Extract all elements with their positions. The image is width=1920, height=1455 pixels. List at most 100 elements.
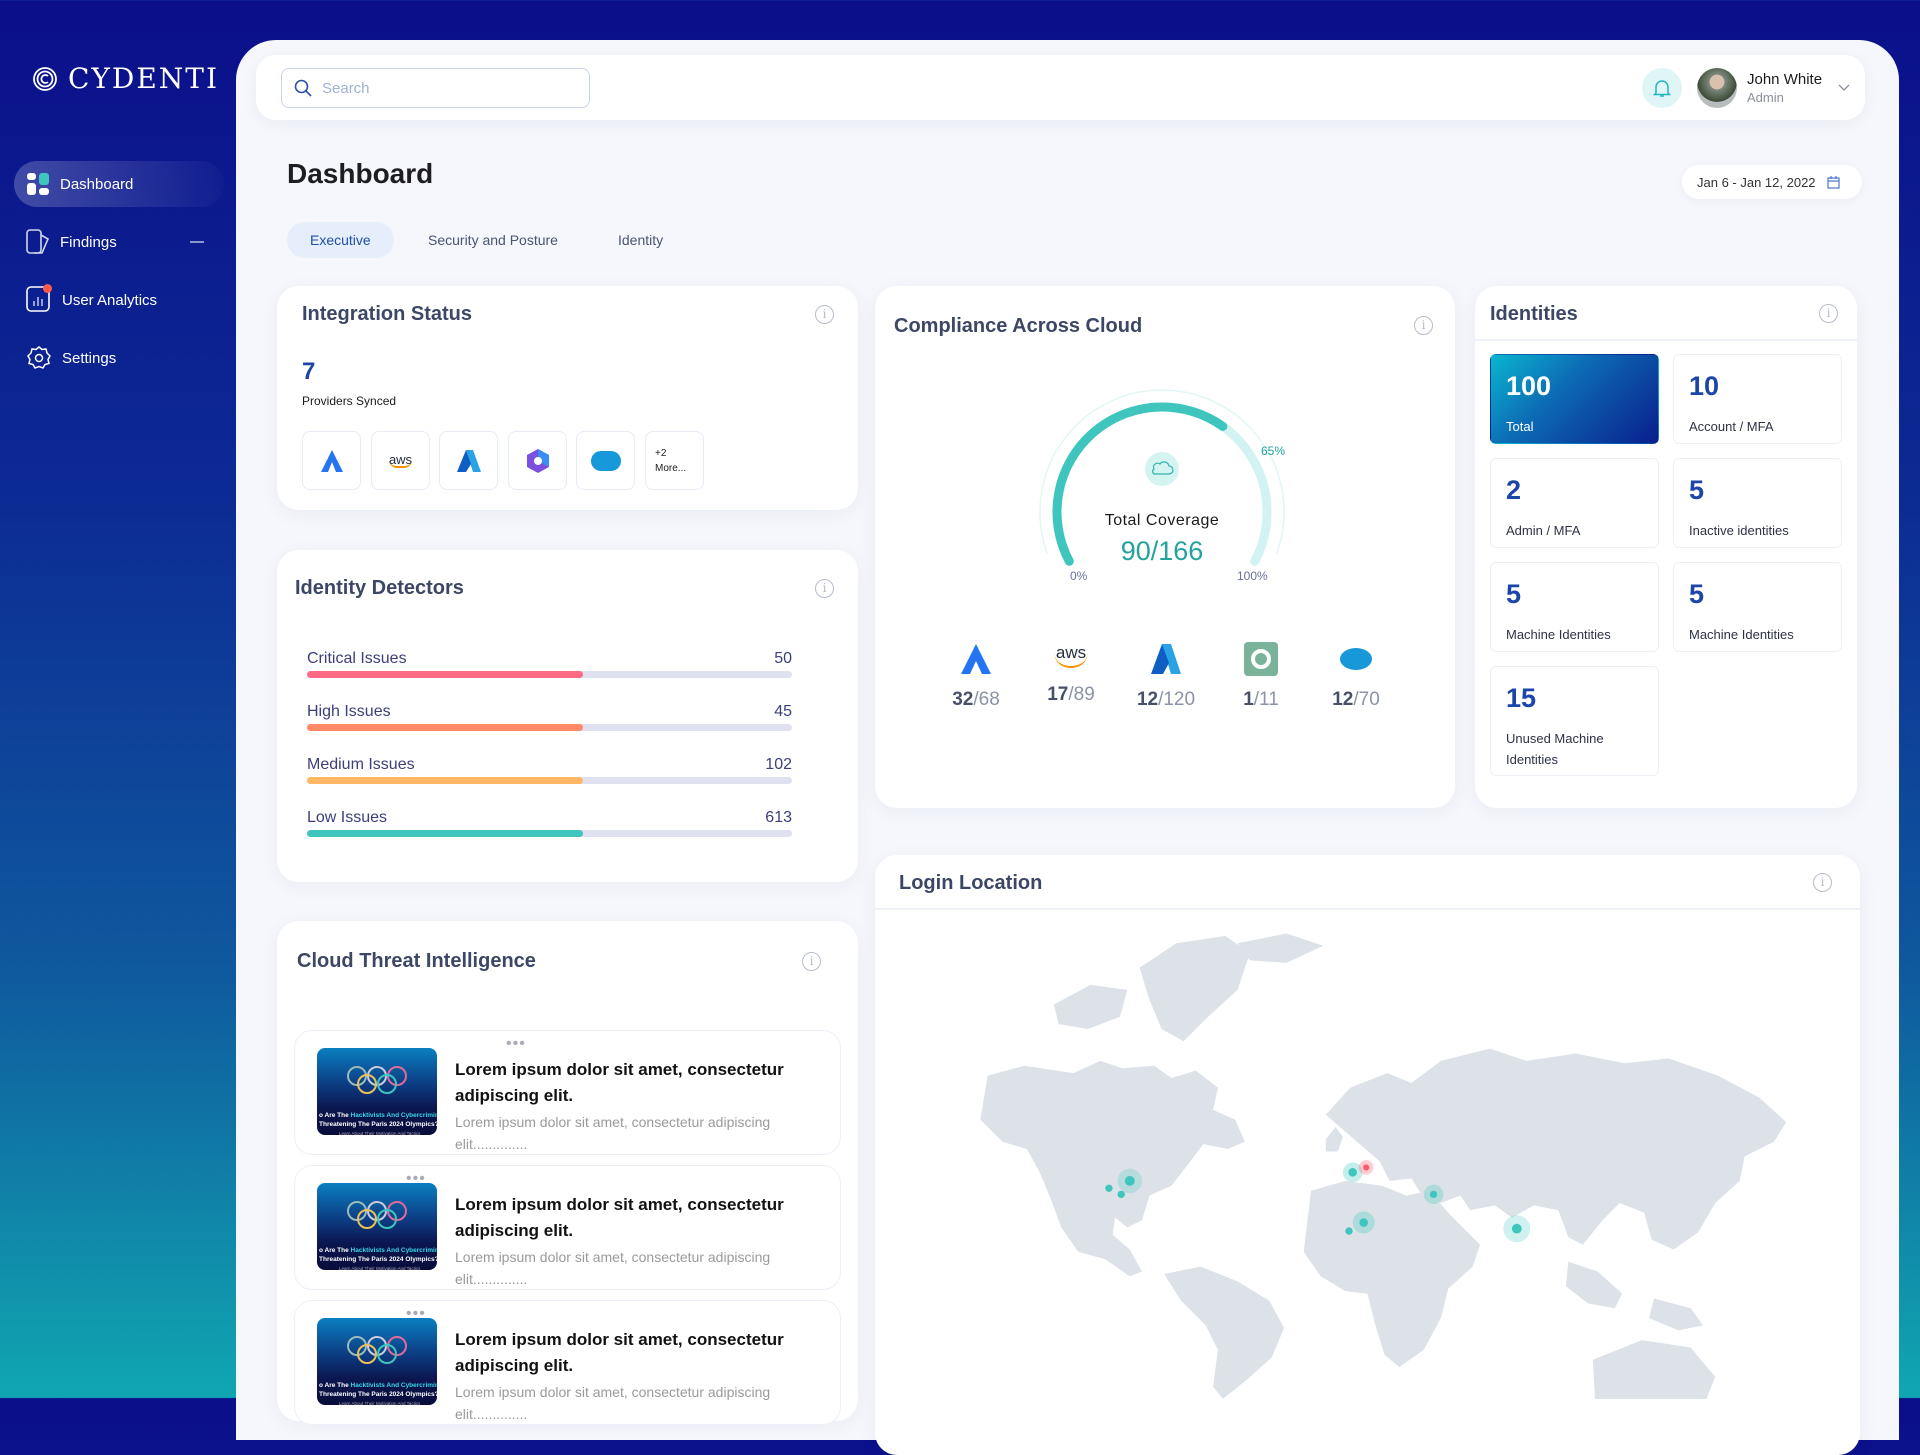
search-input[interactable]: Search — [281, 68, 590, 108]
compliance-count: 12 — [1332, 689, 1353, 710]
sidebar-item-findings[interactable]: Findings — [14, 219, 224, 265]
olympic-rings-icon — [317, 1318, 437, 1368]
more-options-icon[interactable]: ••• — [506, 1035, 526, 1053]
threat-news-item[interactable]: o Are The Hacktivists And CybercriminThr… — [294, 1165, 841, 1290]
atlassian-icon — [959, 642, 993, 676]
info-icon[interactable]: i — [815, 305, 834, 324]
brand-logo[interactable]: CYDENTI — [32, 62, 219, 95]
detector-label: Low Issues — [307, 809, 387, 827]
detector-label: Critical Issues — [307, 650, 407, 668]
identity-tile[interactable]: 100 Total — [1490, 354, 1659, 444]
thumb-text: Learn About Their Motivation And Tactics — [319, 1131, 420, 1135]
identity-label: Account / MFA — [1689, 416, 1826, 437]
australia — [1593, 1340, 1715, 1399]
thumb-text: o Are The — [319, 1382, 351, 1389]
provider-atlassian[interactable] — [302, 431, 361, 490]
sidebar-item-settings[interactable]: Settings — [14, 335, 224, 381]
date-range-picker[interactable]: Jan 6 - Jan 12, 2022 — [1682, 165, 1862, 199]
identity-label: Total — [1506, 416, 1643, 437]
info-icon[interactable]: i — [802, 952, 821, 971]
threat-news-item[interactable]: o Are The Hacktivists And Cybercrimin Thr… — [294, 1300, 841, 1425]
brand-name: CYDENTI — [68, 62, 219, 95]
detector-bar-track — [307, 671, 792, 678]
thumb-text: o Are The — [319, 1112, 351, 1119]
continents — [980, 933, 1786, 1399]
salesforce-icon — [591, 451, 621, 471]
compliance-total: /120 — [1158, 689, 1195, 710]
provider-compliance-atlassian[interactable]: 32/68 — [931, 642, 1021, 711]
salesforce-icon — [1339, 642, 1373, 676]
notifications-button[interactable] — [1642, 68, 1682, 108]
tab-identity[interactable]: Identity — [595, 222, 686, 258]
gauge-max-label: 100% — [1237, 569, 1268, 583]
chevron-down-icon[interactable] — [1838, 84, 1850, 92]
identity-count: 2 — [1506, 475, 1643, 506]
sidebar-label: User Analytics — [62, 292, 157, 309]
info-icon[interactable]: i — [815, 579, 834, 598]
news-summary: Lorem ipsum dolor sit amet, consectetur … — [455, 1381, 815, 1425]
identity-tile[interactable]: 5 Machine Identities — [1673, 562, 1842, 652]
thumb-text: Learn About Their Motivation And Tactics — [319, 1401, 420, 1405]
provider-azure[interactable] — [439, 431, 498, 490]
thumb-text: o Are The — [319, 1247, 351, 1254]
identity-tile[interactable]: 5 Machine Identities — [1490, 562, 1659, 652]
sidebar-item-user-analytics[interactable]: User Analytics — [14, 277, 224, 323]
sidebar-label: Findings — [60, 234, 117, 251]
more-options-icon[interactable]: ••• — [406, 1305, 426, 1323]
tab-security-and-posture[interactable]: Security and Posture — [405, 222, 581, 258]
identity-tile[interactable]: 10 Account / MFA — [1673, 354, 1842, 444]
detector-label: Medium Issues — [307, 756, 415, 774]
threat-news-item[interactable]: o Are The Hacktivists And CybercriminThr… — [294, 1030, 841, 1155]
aws-icon: aws — [1054, 642, 1088, 668]
atlassian-icon — [319, 448, 345, 474]
detector-value: 45 — [692, 703, 792, 721]
provider-compliance-salesforce[interactable]: 12/70 — [1311, 642, 1401, 711]
south-america — [1164, 1267, 1284, 1399]
dashboard-icon — [26, 172, 50, 196]
user-avatar[interactable] — [1697, 68, 1737, 108]
thumb-highlight: Hacktivists And Cybercrimin — [351, 1382, 437, 1389]
identity-tile[interactable]: 2 Admin / MFA — [1490, 458, 1659, 548]
compliance-card: Compliance Across Cloud i Total Coverage… — [875, 286, 1455, 808]
collapse-icon[interactable] — [190, 241, 204, 243]
findings-icon — [26, 229, 50, 255]
provider-aws[interactable]: aws — [371, 431, 430, 490]
calendar-icon — [1827, 176, 1840, 189]
card-title: Identities — [1490, 303, 1578, 326]
provider-compliance-azure[interactable]: 12/120 — [1121, 642, 1211, 711]
user-role: Admin — [1747, 90, 1784, 105]
provider-salesforce[interactable] — [576, 431, 635, 490]
identity-count: 10 — [1689, 371, 1826, 402]
tab-executive[interactable]: Executive — [287, 222, 394, 258]
gear-icon — [26, 345, 52, 371]
provider-compliance-aws[interactable]: aws17/89 — [1026, 642, 1116, 706]
more-providers-button[interactable]: +2 More... — [645, 431, 704, 490]
provider-compliance-okta[interactable]: 1/11 — [1216, 642, 1306, 711]
provider-microsoft-365[interactable] — [508, 431, 567, 490]
thumb-text: Threatening The Paris 2024 Olympics? — [319, 1121, 437, 1128]
login-location-card: Login Location i — [875, 855, 1860, 1455]
sidebar-item-dashboard[interactable]: Dashboard — [14, 161, 224, 207]
thumb-text: Threatening The Paris 2024 Olympics? — [319, 1391, 437, 1398]
detector-bar-track — [307, 724, 792, 731]
detector-bar-track — [307, 777, 792, 784]
more-options-icon[interactable]: ••• — [406, 1170, 426, 1188]
identity-detectors-card: Identity Detectors i Critical Issues 50 … — [277, 550, 858, 882]
compliance-count: 12 — [1137, 689, 1158, 710]
card-title: Identity Detectors — [295, 577, 464, 600]
bell-icon — [1653, 78, 1671, 98]
news-summary: Lorem ipsum dolor sit amet, consectetur … — [455, 1111, 815, 1155]
detector-bar-fill — [307, 777, 583, 784]
gauge-percent-label: 65% — [1261, 444, 1285, 458]
identity-tile[interactable]: 5 Inactive identities — [1673, 458, 1842, 548]
identity-tile[interactable]: 15 Unused Machine Identities — [1490, 666, 1659, 776]
detector-value: 613 — [692, 809, 792, 827]
world-map[interactable] — [875, 855, 1860, 1399]
news-summary: Lorem ipsum dolor sit amet, consectetur … — [455, 1246, 815, 1290]
card-title: Integration Status — [302, 303, 472, 326]
thumb-text: Threatening The Paris 2024 Olympics? — [319, 1256, 437, 1263]
news-title: Lorem ipsum dolor sit amet, consectetur … — [455, 1327, 815, 1379]
identity-label: Unused Machine Identities — [1506, 728, 1616, 770]
info-icon[interactable]: i — [1819, 304, 1838, 323]
news-thumbnail: o Are The Hacktivists And CybercriminThr… — [317, 1048, 437, 1135]
